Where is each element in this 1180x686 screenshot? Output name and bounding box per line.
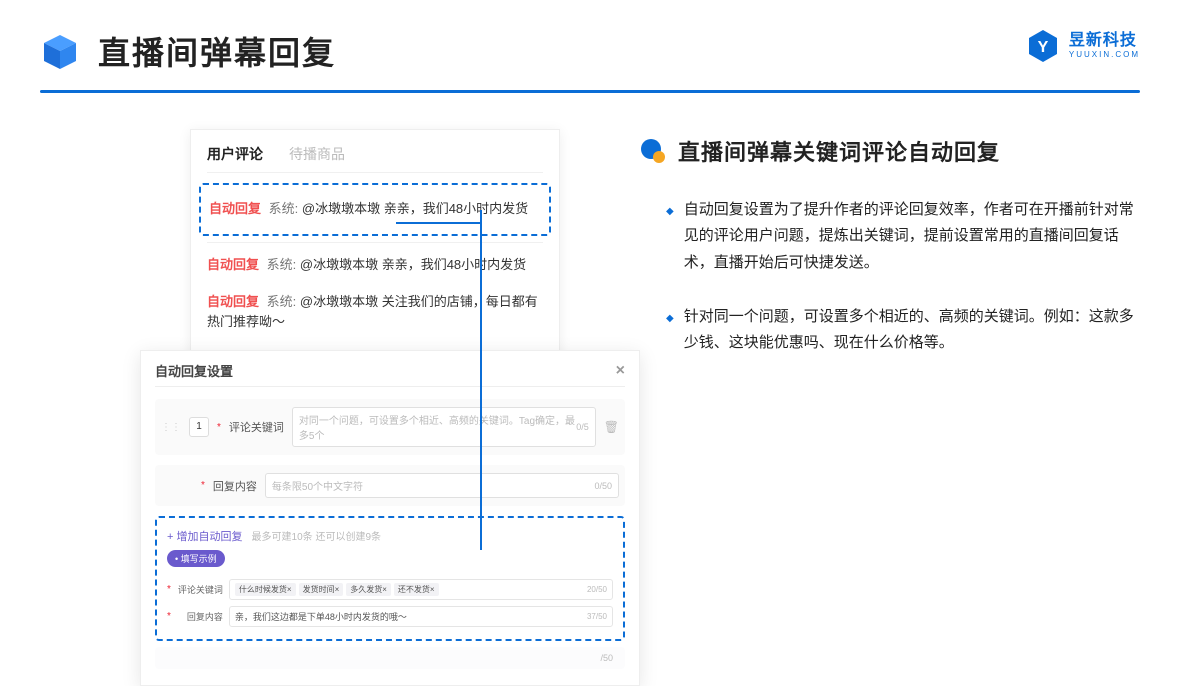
auto-reply-tag: 自动回复 (207, 294, 259, 309)
page-title: 直播间弹幕回复 (98, 28, 336, 74)
example-reply-input[interactable]: 亲，我们这边都是下单48小时内发货的哦～ 37/50 (229, 606, 613, 627)
brand-subtitle: YUUXIN.COM (1069, 51, 1140, 59)
diamond-bullet-icon: ◆ (666, 304, 674, 328)
example-reply-value: 亲，我们这边都是下单48小时内发货的哦～ (235, 610, 407, 623)
required-star: * (217, 422, 221, 433)
auto-reply-tag: 自动回复 (209, 201, 261, 216)
example-keyword-counter: 20/50 (587, 585, 607, 594)
brand-icon: Y (1025, 28, 1061, 64)
description-paragraph: 自动回复设置为了提升作者的评论回复效率，作者可在开播前针对常见的评论用户问题，提… (684, 197, 1140, 276)
outer-counter: /50 (600, 653, 613, 663)
keyword-chip[interactable]: 还不发货× (394, 583, 439, 596)
placeholder-text: 每条限50个中文字符 (272, 478, 363, 493)
keyword-counter: 0/5 (576, 422, 589, 432)
example-reply-counter: 37/50 (587, 612, 607, 621)
brand-block: Y 昱新科技 YUUXIN.COM (1025, 28, 1140, 64)
auto-reply-settings-panel: 自动回复设置 × ⋮⋮ 1 * 评论关键词 对同一个问题，可设置多个相近、高频的… (140, 350, 640, 686)
screenshot-mockup: 用户评论 待播商品 自动回复 系统: @冰墩墩本墩 亲亲，我们48小时内发货 自… (140, 129, 580, 686)
system-label: 系统: (269, 201, 299, 216)
reply-counter: 0/50 (594, 481, 612, 491)
tab-user-comments[interactable]: 用户评论 (207, 144, 263, 164)
required-star: * (201, 480, 205, 491)
row-number: 1 (189, 417, 209, 437)
comment-text: @冰墩墩本墩 亲亲，我们48小时内发货 (302, 201, 528, 216)
example-keyword-input[interactable]: 什么时候发货× 发货时间× 多久发货× 还不发货× 20/50 (229, 579, 613, 600)
description-column: 直播间弹幕关键词评论自动回复 ◆ 自动回复设置为了提升作者的评论回复效率，作者可… (640, 129, 1140, 384)
chat-bubble-icon (640, 138, 666, 164)
settings-title: 自动回复设置 (155, 361, 233, 380)
example-keyword-label: 评论关键词 (177, 583, 223, 596)
highlighted-comment-callout: 自动回复 系统: @冰墩墩本墩 亲亲，我们48小时内发货 (199, 183, 551, 236)
example-pill: • 填写示例 (167, 550, 225, 567)
section-title: 直播间弹幕关键词评论自动回复 (678, 135, 1000, 167)
close-icon[interactable]: × (616, 362, 625, 380)
system-label: 系统: (267, 294, 297, 309)
brand-name: 昱新科技 (1069, 33, 1140, 49)
cube-logo-icon (40, 31, 80, 71)
reply-label: 回复内容 (213, 478, 257, 494)
placeholder-text: 对同一个问题，可设置多个相近、高频的关键词。Tag确定，最多5个 (299, 412, 576, 442)
tab-pending-products[interactable]: 待播商品 (289, 144, 345, 164)
system-label: 系统: (267, 257, 297, 272)
example-callout: + 增加自动回复 最多可建10条 还可以创建9条 • 填写示例 * 评论关键词 … (155, 516, 625, 641)
reply-input[interactable]: 每条限50个中文字符 0/50 (265, 473, 619, 498)
required-star: * (167, 584, 171, 595)
outer-counter-row: /50 (155, 647, 625, 669)
keyword-input[interactable]: 对同一个问题，可设置多个相近、高频的关键词。Tag确定，最多5个 0/5 (292, 407, 596, 447)
example-reply-label: 回复内容 (177, 610, 223, 623)
required-star: * (167, 611, 171, 622)
keyword-chip[interactable]: 发货时间× (299, 583, 344, 596)
keyword-row: ⋮⋮ 1 * 评论关键词 对同一个问题，可设置多个相近、高频的关键词。Tag确定… (155, 399, 625, 455)
drag-handle-icon[interactable]: ⋮⋮ (161, 422, 181, 433)
add-auto-reply-link[interactable]: + 增加自动回复 (167, 531, 242, 543)
keyword-chip[interactable]: 什么时候发货× (235, 583, 296, 596)
auto-reply-tag: 自动回复 (207, 257, 259, 272)
add-limit-note: 最多可建10条 还可以创建9条 (252, 532, 381, 543)
svg-text:Y: Y (1038, 39, 1049, 56)
reply-content-row: * 回复内容 每条限50个中文字符 0/50 (155, 465, 625, 506)
keyword-label: 评论关键词 (229, 419, 284, 435)
delete-icon[interactable]: 🗑 (604, 420, 619, 434)
description-paragraph: 针对同一个问题，可设置多个相近的、高频的关键词。例如：这款多少钱、这块能优惠吗、… (684, 304, 1140, 357)
comment-text: @冰墩墩本墩 亲亲，我们48小时内发货 (300, 257, 526, 272)
keyword-chip[interactable]: 多久发货× (346, 583, 391, 596)
diamond-bullet-icon: ◆ (666, 197, 674, 221)
